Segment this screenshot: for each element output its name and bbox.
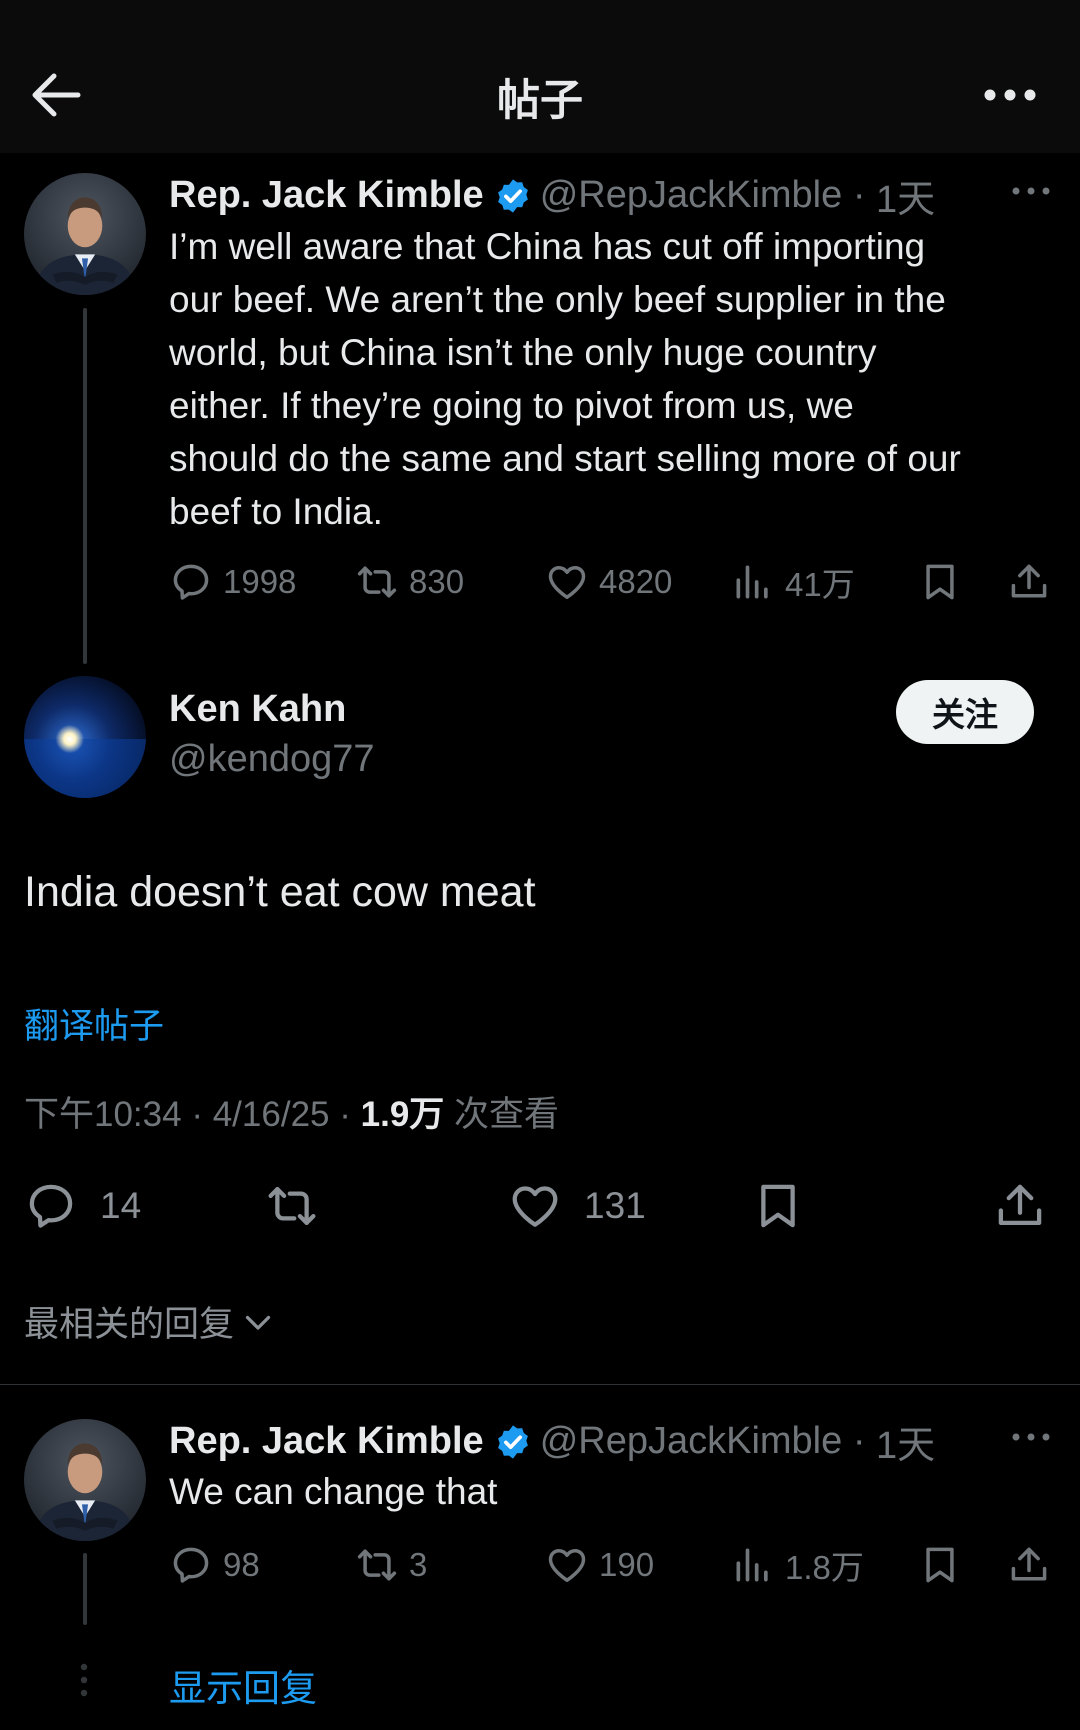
share-button[interactable]: [1007, 557, 1051, 607]
views-count[interactable]: 1.9万: [361, 1095, 445, 1134]
reply-button[interactable]: 1998: [169, 557, 296, 607]
author-handle[interactable]: @RepJackKimble: [540, 174, 843, 217]
post-text: I’m well aware that China has cut off im…: [169, 220, 1069, 538]
main-post-actions: 14 131: [0, 1178, 1080, 1234]
views-icon: [731, 1543, 775, 1587]
post-text-line: either. If they’re going to pivot from u…: [169, 385, 854, 426]
repost-button[interactable]: 3: [355, 1540, 427, 1590]
heart-icon: [545, 560, 589, 604]
like-count: 190: [599, 1546, 655, 1583]
views-icon: [731, 560, 775, 604]
post-text-line: world, but China isn’t the only huge cou…: [169, 332, 877, 373]
author-name[interactable]: Rep. Jack Kimble: [169, 1420, 484, 1463]
avatar[interactable]: [24, 173, 146, 295]
repost-count: 830: [409, 563, 465, 600]
bookmark-button[interactable]: [918, 557, 962, 607]
sort-label: 最相关的回复: [24, 1305, 235, 1344]
author-name[interactable]: Rep. Jack Kimble: [169, 174, 484, 217]
author-handle[interactable]: @kendog77: [169, 738, 375, 781]
reply-actions: 98 3 190 1.8万: [0, 1540, 1080, 1590]
avatar[interactable]: [24, 676, 146, 798]
share-icon: [1007, 1543, 1051, 1587]
repost-icon: [355, 1543, 399, 1587]
verified-icon: [494, 1423, 532, 1461]
post-text-line: should do the same and start selling mor…: [169, 438, 961, 479]
share-icon: [1007, 560, 1051, 604]
post-date: 4/16/25: [212, 1095, 330, 1134]
like-button[interactable]: 190: [545, 1540, 654, 1590]
main-post-text: India doesn’t eat cow meat: [24, 868, 536, 916]
show-replies-link[interactable]: 显示回复: [169, 1658, 317, 1712]
post-more-icon[interactable]: [1011, 1430, 1051, 1444]
more-options-button[interactable]: [982, 80, 1038, 110]
post-time: 1天: [876, 1425, 936, 1467]
reply-icon: [169, 1543, 213, 1587]
more-replies-dots-icon: [80, 1663, 88, 1697]
post-time: 1天: [876, 179, 936, 221]
post-author-line: Rep. Jack Kimble @RepJackKimble · 1天: [169, 1414, 935, 1469]
repost-button[interactable]: 830: [355, 557, 464, 607]
translate-link[interactable]: 翻译帖子: [24, 998, 164, 1049]
views-button[interactable]: 1.8万: [731, 1540, 864, 1590]
heart-icon: [508, 1179, 562, 1233]
share-button[interactable]: [1007, 1540, 1051, 1590]
reply-count: 14: [100, 1185, 142, 1226]
author-name[interactable]: Ken Kahn: [169, 688, 346, 731]
separator-dot: ·: [842, 1420, 877, 1462]
post-more-icon[interactable]: [1011, 184, 1051, 198]
post-author-line: Rep. Jack Kimble @RepJackKimble · 1天: [169, 168, 935, 223]
thread-line: [83, 308, 87, 664]
like-button[interactable]: 131: [508, 1178, 646, 1234]
like-button[interactable]: 4820: [545, 557, 672, 607]
views-count: 41万: [785, 566, 855, 603]
reply-count: 1998: [223, 563, 297, 600]
repost-icon: [355, 560, 399, 604]
bookmark-button[interactable]: [751, 1178, 805, 1234]
reply-icon: [24, 1179, 78, 1233]
post-text-line: our beef. We aren’t the only beef suppli…: [169, 279, 946, 320]
reply-button[interactable]: 98: [169, 1540, 260, 1590]
divider: [0, 1384, 1080, 1385]
heart-icon: [545, 1543, 589, 1587]
bookmark-icon: [918, 560, 962, 604]
top-bar: 帖子: [0, 0, 1080, 153]
bookmark-icon: [918, 1543, 962, 1587]
more-dots-icon: [984, 89, 1036, 101]
separator-dot: ·: [842, 174, 877, 216]
repost-icon: [265, 1179, 319, 1233]
reply-button[interactable]: 14: [24, 1178, 141, 1234]
post-text-line: I’m well aware that China has cut off im…: [169, 226, 926, 267]
follow-button[interactable]: 关注: [896, 680, 1034, 744]
author-handle[interactable]: @RepJackKimble: [540, 1420, 843, 1463]
views-button[interactable]: 41万: [731, 557, 855, 607]
post-time: 下午10:34: [24, 1095, 182, 1134]
chevron-down-icon: [245, 1315, 271, 1330]
bookmark-button[interactable]: [918, 1540, 962, 1590]
reply-count: 98: [223, 1546, 260, 1583]
like-count: 4820: [599, 563, 673, 600]
share-button[interactable]: [993, 1178, 1047, 1234]
page-title: 帖子: [497, 77, 583, 125]
post-actions: 1998 830 4820 41万: [0, 557, 1080, 607]
reply-text: We can change that: [169, 1471, 498, 1512]
verified-icon: [494, 177, 532, 215]
sort-replies-dropdown[interactable]: 最相关的回复: [24, 1296, 276, 1347]
repost-button[interactable]: [265, 1178, 319, 1234]
like-count: 131: [584, 1185, 646, 1226]
separator-dot: ·: [339, 1095, 361, 1134]
views-count: 1.8万: [785, 1549, 864, 1586]
separator-dot: ·: [191, 1095, 213, 1134]
bookmark-icon: [751, 1179, 805, 1233]
post-text-line: beef to India.: [169, 491, 383, 532]
reply-icon: [169, 560, 213, 604]
share-icon: [993, 1179, 1047, 1233]
post-meta: 下午10:34 · 4/16/25 · 1.9万 次查看: [24, 1086, 559, 1137]
repost-count: 3: [409, 1546, 428, 1583]
views-suffix: 次查看: [454, 1095, 560, 1134]
avatar[interactable]: [24, 1419, 146, 1541]
